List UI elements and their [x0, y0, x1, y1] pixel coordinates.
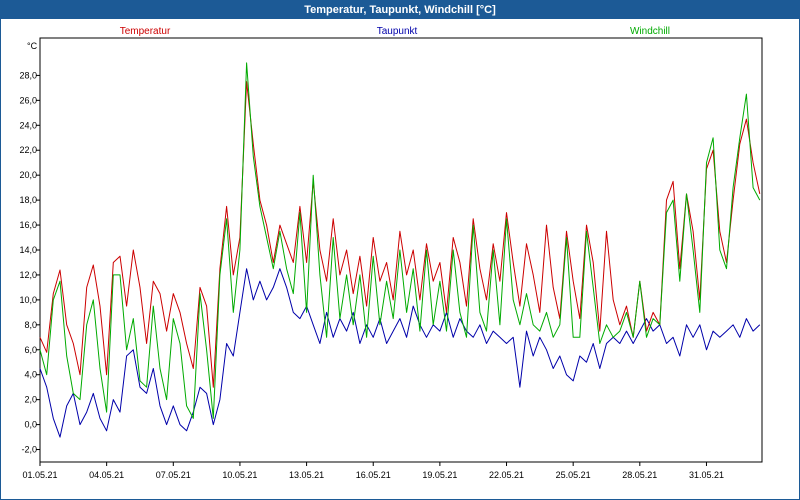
x-tick-label: 16.05.21: [356, 470, 391, 480]
y-axis-unit-label: °C: [27, 41, 38, 51]
temperature-chart: -2,0 0,0 2,0 4,0 6,0 8,0 10,0 12,0 14,0 16,0 18,0 2…: [19, 26, 763, 480]
legend-temperatur: Temperatur: [120, 26, 171, 37]
y-tick-label: 6,0: [24, 345, 37, 355]
y-tick-label: 4,0: [24, 370, 37, 380]
x-tick-label: 04.05.21: [89, 470, 124, 480]
y-tick-label: 28,0: [19, 70, 37, 80]
y-tick-label: 20,0: [19, 170, 37, 180]
legend-windchill: Windchill: [630, 26, 670, 37]
x-tick-label: 31.05.21: [689, 470, 724, 480]
y-tick-label: 22,0: [19, 145, 37, 155]
x-tick-label: 22.05.21: [489, 470, 524, 480]
x-tick-label: 19.05.21: [422, 470, 457, 480]
x-tick-label: 13.05.21: [289, 470, 324, 480]
x-tick-label: 01.05.21: [22, 470, 57, 480]
y-tick-label: 26,0: [19, 95, 37, 105]
legend-taupunkt: Taupunkt: [377, 26, 418, 37]
plot-frame: [39, 37, 763, 463]
y-tick-label: -2,0: [21, 445, 37, 455]
y-tick-label: 2,0: [24, 395, 37, 405]
legend: Temperatur Taupunkt Windchill: [120, 26, 670, 37]
plot-area: [39, 37, 763, 463]
y-tick-label: 12,0: [19, 270, 37, 280]
y-tick-label: 0,0: [24, 420, 37, 430]
x-tick-label: 28.05.21: [622, 470, 657, 480]
x-axis-ticks: 01.05.21 04.05.21 07.05.21 10.05.21 13.05.21…: [22, 462, 724, 480]
y-axis-ticks: -2,0 0,0 2,0 4,0 6,0 8,0 10,0 12,0 14,0 16,0 18,0 2…: [19, 70, 40, 455]
x-tick-label: 10.05.21: [222, 470, 257, 480]
y-tick-label: 18,0: [19, 195, 37, 205]
y-tick-label: 24,0: [19, 120, 37, 130]
y-tick-label: 14,0: [19, 245, 37, 255]
y-tick-label: 16,0: [19, 220, 37, 230]
y-tick-label: 8,0: [24, 320, 37, 330]
y-tick-label: 10,0: [19, 295, 37, 305]
x-tick-label: 07.05.21: [156, 470, 191, 480]
x-tick-label: 25.05.21: [556, 470, 591, 480]
